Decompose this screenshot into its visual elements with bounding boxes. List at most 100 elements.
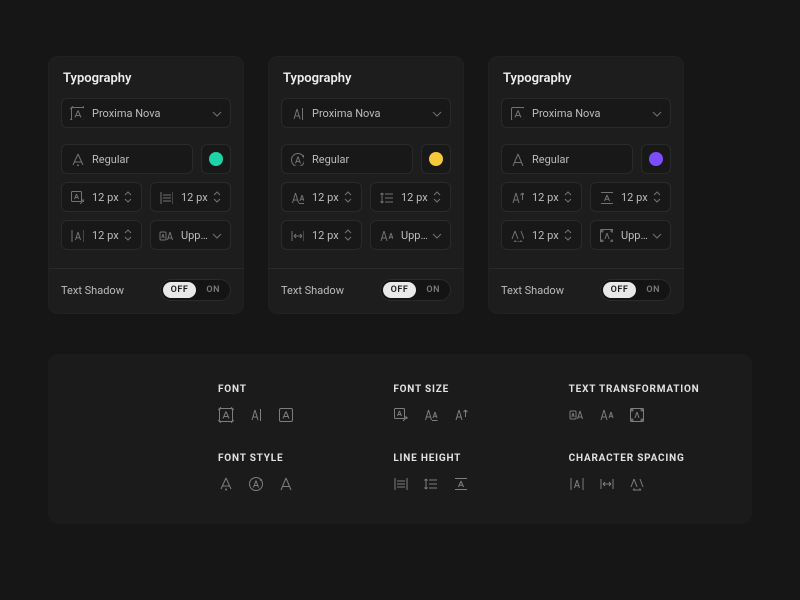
letter-spacing-value: 12 px	[92, 229, 123, 242]
text-transform-value: Upperc..	[181, 229, 210, 242]
stepper-icon	[343, 191, 353, 203]
legend-heading: FONT STYLE	[218, 453, 373, 464]
char-spacing-icon	[629, 476, 645, 492]
toggle-on[interactable]: ON	[198, 282, 228, 298]
line-height-value: 12 px	[181, 191, 212, 204]
font-size-icon	[290, 190, 304, 204]
chevron-down-icon	[210, 229, 222, 241]
font-family-select[interactable]: Proxima Nova	[281, 98, 451, 128]
legend-heading: CHARACTER SPACING	[569, 453, 724, 464]
legend-character-spacing: CHARACTER SPACING	[569, 453, 724, 492]
font-weight-select[interactable]: Regular	[501, 144, 633, 174]
font-family-value: Proxima Nova	[92, 107, 210, 120]
letter-spacing-stepper[interactable]: 12 px	[281, 220, 362, 250]
text-transform-icon	[599, 407, 615, 423]
line-height-icon	[393, 476, 409, 492]
letter-spacing-stepper[interactable]: 12 px	[61, 220, 142, 250]
legend-font-size: FONT SIZE	[393, 384, 548, 423]
stepper-icon	[563, 229, 573, 241]
text-transform-icon	[379, 228, 393, 242]
color-swatch[interactable]	[641, 144, 671, 174]
text-transform-icon	[599, 228, 613, 242]
swatch-dot	[649, 152, 663, 166]
toggle-off[interactable]: OFF	[383, 282, 417, 298]
stepper-icon	[563, 191, 573, 203]
font-style-icon	[290, 152, 304, 166]
legend-heading: LINE HEIGHT	[393, 453, 548, 464]
text-shadow-toggle[interactable]: OFF ON	[160, 279, 231, 301]
text-transform-select[interactable]: Upperc..	[370, 220, 451, 250]
font-weight-select[interactable]: Regular	[61, 144, 193, 174]
font-icon	[248, 407, 264, 423]
font-weight-value: Regular	[92, 153, 184, 166]
letter-spacing-stepper[interactable]: 12 px	[501, 220, 582, 250]
icon-legend: FONT FONT SIZE TEXT TRANSFORMATION	[48, 354, 752, 524]
font-size-stepper[interactable]: 12 px	[281, 182, 362, 212]
text-transform-value: Upperc..	[621, 229, 650, 242]
line-height-stepper[interactable]: 12 px	[370, 182, 451, 212]
font-icon	[218, 407, 234, 423]
font-size-icon	[453, 407, 469, 423]
divider	[269, 268, 463, 269]
toggle-on[interactable]: ON	[638, 282, 668, 298]
legend-heading: FONT	[218, 384, 373, 395]
font-family-select[interactable]: Proxima Nova	[61, 98, 231, 128]
text-transform-select[interactable]: Upperc..	[590, 220, 671, 250]
legend-heading: FONT SIZE	[393, 384, 548, 395]
font-size-value: 12 px	[532, 191, 563, 204]
typography-panel: Typography Proxima Nova Regular 12 px	[488, 56, 684, 314]
legend-text-transform: TEXT TRANSFORMATION	[569, 384, 724, 423]
stepper-icon	[123, 229, 133, 241]
letter-spacing-value: 12 px	[312, 229, 343, 242]
chevron-down-icon	[650, 229, 662, 241]
text-transform-icon	[629, 407, 645, 423]
line-height-icon	[379, 190, 393, 204]
char-spacing-icon	[569, 476, 585, 492]
legend-font: FONT	[218, 384, 373, 423]
chevron-down-icon	[430, 229, 442, 241]
text-transform-icon	[159, 228, 173, 242]
toggle-off[interactable]: OFF	[163, 282, 197, 298]
line-height-stepper[interactable]: 12 px	[150, 182, 231, 212]
char-spacing-icon	[290, 228, 304, 242]
line-height-value: 12 px	[621, 191, 652, 204]
font-style-icon	[218, 476, 234, 492]
text-transform-value: Upperc..	[401, 229, 430, 242]
font-weight-select[interactable]: Regular	[281, 144, 413, 174]
swatch-dot	[429, 152, 443, 166]
divider	[49, 268, 243, 269]
line-height-value: 12 px	[401, 191, 432, 204]
font-family-select[interactable]: Proxima Nova	[501, 98, 671, 128]
char-spacing-icon	[510, 228, 524, 242]
font-family-value: Proxima Nova	[312, 107, 430, 120]
line-height-stepper[interactable]: 12 px	[590, 182, 671, 212]
font-size-value: 12 px	[92, 191, 123, 204]
swatch-dot	[209, 152, 223, 166]
line-height-icon	[453, 476, 469, 492]
font-weight-value: Regular	[532, 153, 624, 166]
chevron-down-icon	[650, 107, 662, 119]
typography-panel: Typography Proxima Nova Regular 12 px	[48, 56, 244, 314]
text-transform-select[interactable]: Upperc..	[150, 220, 231, 250]
font-icon	[70, 106, 84, 120]
text-shadow-toggle[interactable]: OFF ON	[380, 279, 451, 301]
toggle-on[interactable]: ON	[418, 282, 448, 298]
color-swatch[interactable]	[421, 144, 451, 174]
divider	[489, 268, 683, 269]
toggle-off[interactable]: OFF	[603, 282, 637, 298]
font-style-icon	[70, 152, 84, 166]
legend-line-height: LINE HEIGHT	[393, 453, 548, 492]
text-shadow-label: Text Shadow	[281, 284, 344, 297]
font-size-stepper[interactable]: 12 px	[501, 182, 582, 212]
font-size-value: 12 px	[312, 191, 343, 204]
text-shadow-toggle[interactable]: OFF ON	[600, 279, 671, 301]
font-icon	[510, 106, 524, 120]
line-height-icon	[423, 476, 439, 492]
font-icon	[290, 106, 304, 120]
line-height-icon	[599, 190, 613, 204]
color-swatch[interactable]	[201, 144, 231, 174]
font-size-stepper[interactable]: 12 px	[61, 182, 142, 212]
text-shadow-label: Text Shadow	[501, 284, 564, 297]
legend-font-style: FONT STYLE	[218, 453, 373, 492]
font-size-icon	[423, 407, 439, 423]
